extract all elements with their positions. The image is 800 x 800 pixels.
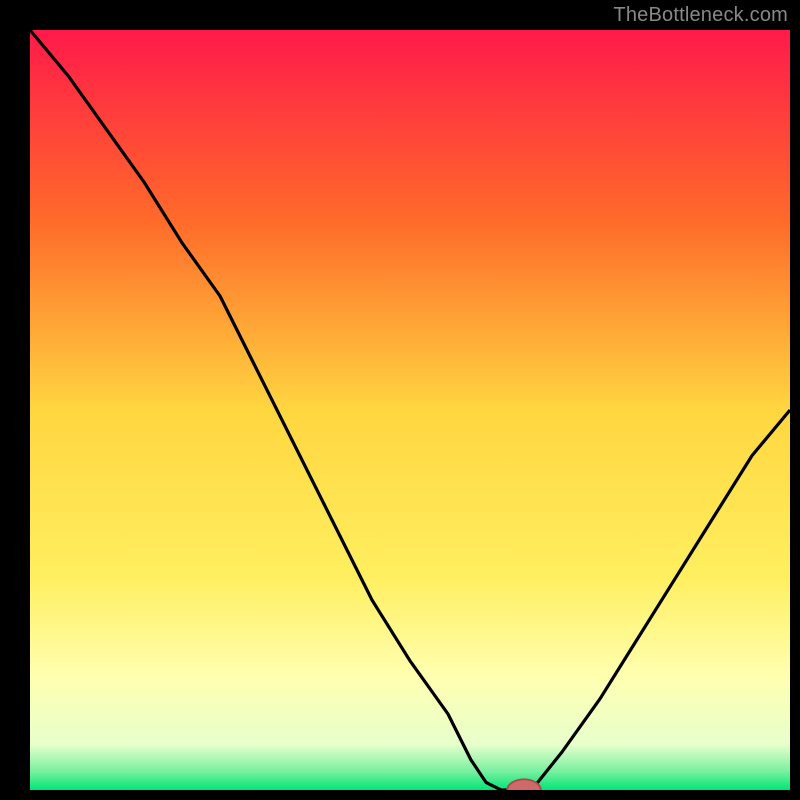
gradient-background xyxy=(30,30,790,790)
chart-container: TheBottleneck.com xyxy=(0,0,800,800)
plot-area xyxy=(30,30,790,790)
attribution-text: TheBottleneck.com xyxy=(613,4,788,27)
chart-svg xyxy=(30,30,790,790)
